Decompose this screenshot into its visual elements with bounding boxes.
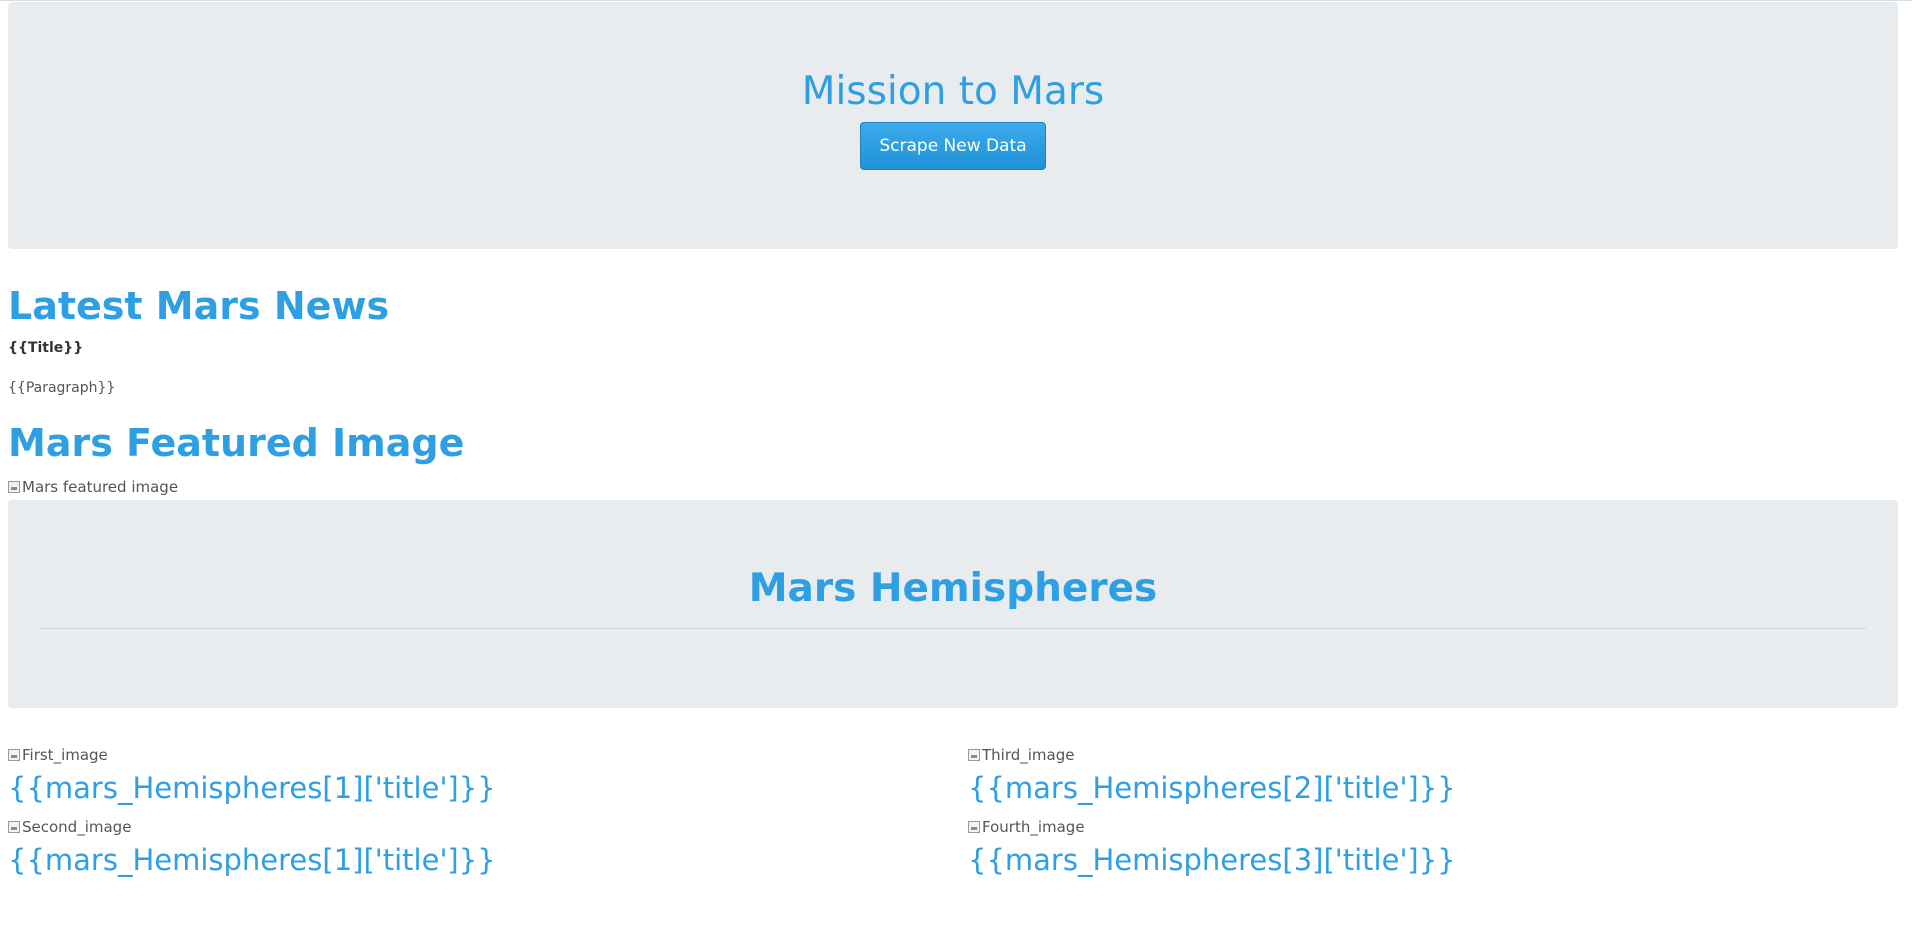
hemisphere-title: {{mars_Hemispheres[2]['title']}} (968, 771, 1456, 805)
hemisphere-title: {{mars_Hemispheres[1]['title']}} (8, 843, 496, 877)
featured-image-heading: Mars Featured Image (8, 421, 465, 465)
broken-image-icon (8, 481, 20, 493)
hemisphere-image-alt: Third_image (982, 746, 1075, 764)
featured-image-alt: Mars featured image (22, 478, 179, 496)
broken-image-icon (968, 821, 980, 833)
scrape-new-data-button[interactable]: Scrape New Data (860, 122, 1046, 170)
hemisphere-image-third: Third_image (968, 746, 1074, 764)
broken-image-icon (8, 821, 20, 833)
news-paragraph: {{Paragraph}} (8, 380, 116, 396)
broken-image-icon (8, 749, 20, 761)
hemisphere-image-alt: Fourth_image (982, 818, 1085, 836)
hemisphere-title: {{mars_Hemispheres[1]['title']}} (8, 771, 496, 805)
hemispheres-heading: Mars Hemispheres (748, 566, 1158, 611)
top-border (0, 0, 1912, 1)
hemisphere-image-fourth: Fourth_image (968, 818, 1085, 836)
hemisphere-title: {{mars_Hemispheres[3]['title']}} (968, 843, 1456, 877)
header-jumbotron: Mission to Mars Scrape New Data (8, 2, 1898, 249)
hemisphere-image-second: Second_image (8, 818, 131, 836)
broken-image-icon (968, 749, 980, 761)
page-title: Mission to Mars (801, 69, 1105, 114)
news-heading: Latest Mars News (8, 284, 390, 328)
hemisphere-image-alt: Second_image (22, 818, 132, 836)
divider (40, 628, 1866, 629)
hemisphere-image-first: First_image (8, 746, 108, 764)
news-title: {{Title}} (8, 340, 84, 356)
hemisphere-image-alt: First_image (22, 746, 108, 764)
hemispheres-jumbotron: Mars Hemispheres (8, 500, 1898, 708)
featured-image: Mars featured image (8, 478, 178, 496)
